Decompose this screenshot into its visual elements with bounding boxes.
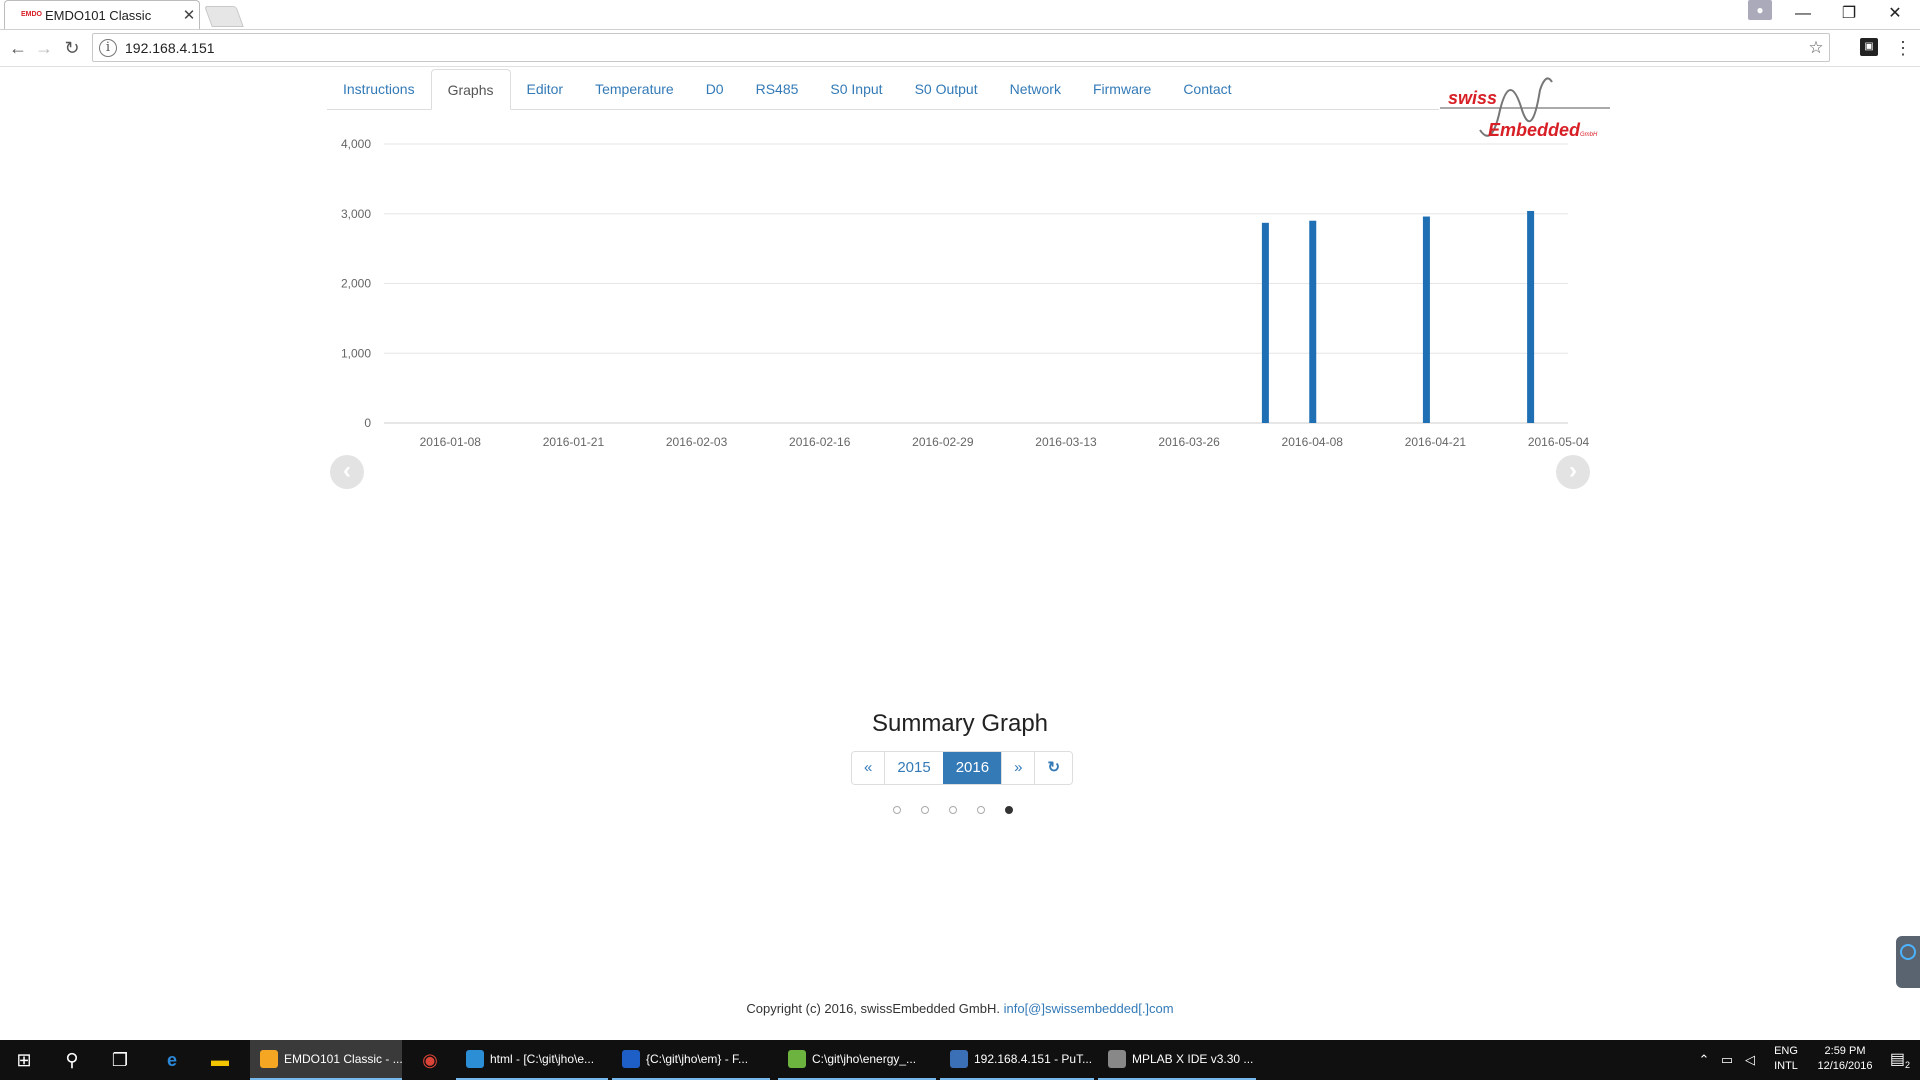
taskbar-app-label: EMDO101 Classic - ...: [284, 1052, 402, 1066]
taskbar-app-button[interactable]: EMDO101 Classic - ...: [250, 1040, 402, 1080]
edge-icon[interactable]: e: [148, 1040, 196, 1080]
tray-chevron-icon[interactable]: ⌃: [1694, 1040, 1714, 1080]
y-tick-label: 2,000: [341, 277, 371, 291]
year-2016-button[interactable]: 2016: [942, 752, 1002, 784]
x-tick-label: 2016-02-16: [789, 435, 851, 449]
copyright-text: Copyright (c) 2016, swissEmbedded GmbH.: [746, 1001, 1000, 1016]
summary-graph-title: Summary Graph: [871, 710, 1049, 737]
contact-email-link[interactable]: info[@]swissembedded[.]com: [1004, 1001, 1174, 1016]
energy-bar-chart: 4,000 3,000 2,000 1,000 0 2016-01-08 2016-01-…: [341, 137, 1590, 449]
carousel-next-button[interactable]: ›: [1556, 455, 1590, 489]
carousel-prev-button[interactable]: ‹: [330, 455, 364, 489]
x-tick-label: 2016-02-03: [666, 435, 728, 449]
year-2015-button[interactable]: 2015: [884, 752, 943, 784]
refresh-icon[interactable]: ↻: [1034, 752, 1073, 784]
x-tick-label: 2016-02-29: [912, 435, 974, 449]
x-tick-label: 2016-03-26: [1158, 435, 1220, 449]
chart-bar[interactable]: [1309, 220, 1317, 423]
x-tick-label: 2016-01-21: [543, 435, 605, 449]
task-view-icon[interactable]: ❐: [96, 1040, 144, 1080]
app-icon: [466, 1050, 484, 1068]
clock-time: 2:59 PM: [1824, 1045, 1866, 1057]
teamviewer-icon: [1900, 944, 1916, 960]
clock-date: 12/16/2016: [1817, 1060, 1873, 1072]
keyboard-layout: INTL: [1774, 1060, 1798, 1072]
app-icon: [622, 1050, 640, 1068]
carousel-indicator[interactable]: [893, 806, 901, 814]
notification-count: 2: [1905, 1060, 1911, 1071]
carousel-indicator[interactable]: [949, 806, 957, 814]
taskbar-app-button[interactable]: MPLAB X IDE v3.30 ...: [1098, 1040, 1256, 1080]
windows-taskbar: ⊞ ⚲ ❐ e ▬ EMDO101 Classic - ... html - [C…: [0, 1040, 1920, 1080]
notification-center-icon[interactable]: ▤2: [1880, 1040, 1920, 1080]
x-tick-label: 2016-03-13: [1035, 435, 1097, 449]
volume-icon[interactable]: ◁: [1740, 1040, 1760, 1080]
x-tick-label: 2016-01-08: [420, 435, 482, 449]
carousel-indicator[interactable]: [977, 806, 985, 814]
x-tick-label: 2016-04-08: [1282, 435, 1344, 449]
taskbar-app-button[interactable]: html - [C:\git\jho\e...: [456, 1040, 608, 1080]
footer: Copyright (c) 2016, swissEmbedded GmbH. …: [0, 1001, 1920, 1016]
network-icon[interactable]: ▭: [1716, 1040, 1738, 1080]
taskbar-app-button[interactable]: C:\git\jho\energy_...: [778, 1040, 936, 1080]
windows-start-icon[interactable]: ⊞: [0, 1040, 48, 1080]
y-tick-label: 4,000: [341, 137, 371, 151]
taskbar-app-label: 192.168.4.151 - PuT...: [974, 1052, 1093, 1066]
taskbar-app-button[interactable]: {C:\git\jho\em} - F...: [612, 1040, 770, 1080]
clock[interactable]: 2:59 PM 12/16/2016: [1810, 1040, 1880, 1085]
x-tick-label: 2016-05-04: [1528, 435, 1590, 449]
language-indicator[interactable]: ENG INTL: [1766, 1040, 1806, 1085]
y-tick-label: 1,000: [341, 346, 371, 360]
year-pager: « 2015 2016 » ↻: [851, 751, 1074, 785]
taskbar-app-label: C:\git\jho\energy_...: [812, 1052, 917, 1066]
chart-bar[interactable]: [1527, 210, 1535, 423]
taskbar-app-button[interactable]: 192.168.4.151 - PuT...: [940, 1040, 1094, 1080]
x-tick-label: 2016-04-21: [1405, 435, 1467, 449]
pager-prev-button[interactable]: «: [852, 752, 885, 784]
taskbar-app-label: {C:\git\jho\em} - F...: [646, 1052, 749, 1066]
file-explorer-icon[interactable]: ▬: [196, 1040, 244, 1080]
app-icon: [1108, 1050, 1126, 1068]
pager-next-button[interactable]: »: [1001, 752, 1035, 784]
taskbar-app-label: html - [C:\git\jho\e...: [490, 1052, 595, 1066]
language-code: ENG: [1774, 1045, 1798, 1057]
chrome-icon[interactable]: ◉: [406, 1040, 454, 1080]
y-tick-label: 3,000: [341, 207, 371, 221]
app-icon: [788, 1050, 806, 1068]
carousel-indicators: [893, 806, 1013, 814]
y-tick-label: 0: [364, 416, 371, 430]
carousel-indicator[interactable]: [921, 806, 929, 814]
taskbar-app-label: MPLAB X IDE v3.30 ...: [1132, 1052, 1254, 1066]
app-icon: [260, 1050, 278, 1068]
teamviewer-widget[interactable]: [1896, 936, 1920, 988]
app-icon: [950, 1050, 968, 1068]
search-icon[interactable]: ⚲: [48, 1040, 96, 1080]
chart-bar[interactable]: [1422, 216, 1430, 423]
carousel-indicator-active[interactable]: [1005, 806, 1013, 814]
chart-bar[interactable]: [1261, 222, 1269, 423]
